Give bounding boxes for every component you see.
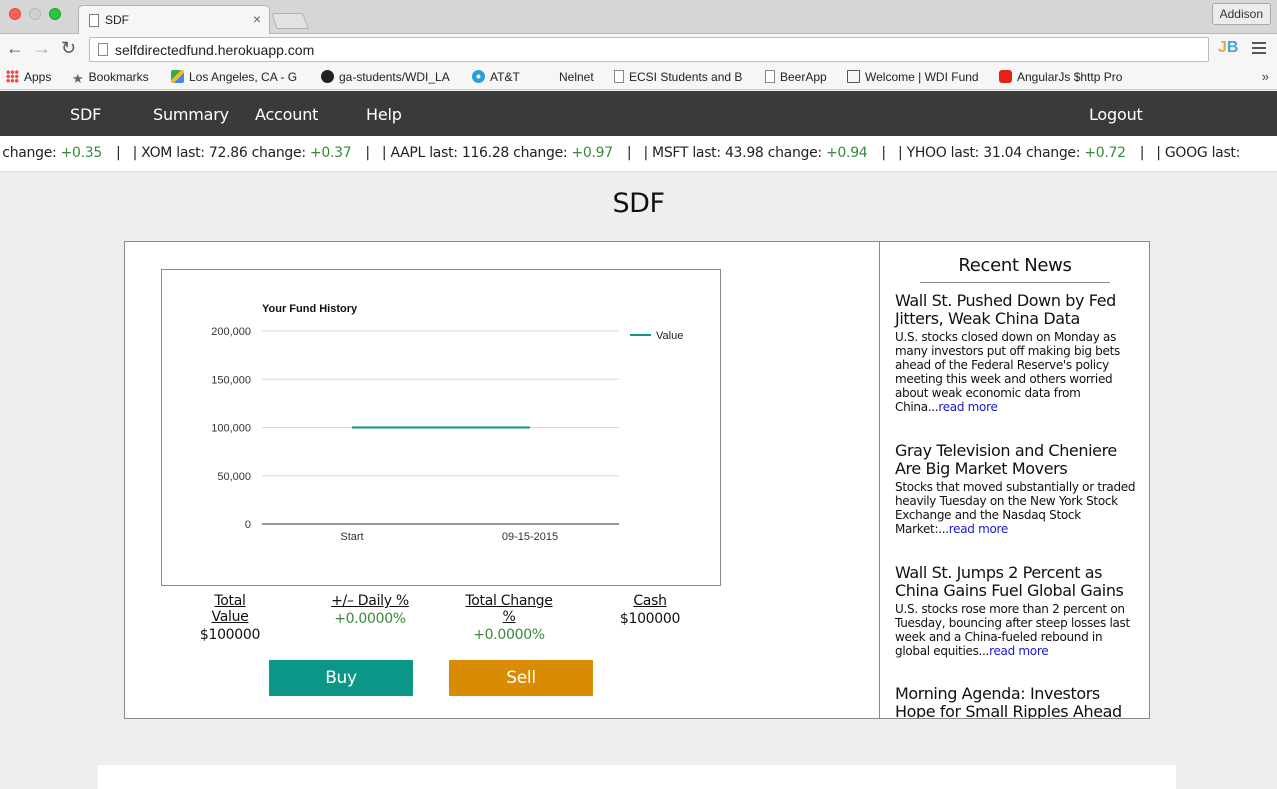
nav-help-link[interactable]: Help [366,105,402,124]
close-window-icon[interactable] [9,8,21,20]
stat-total-value: Total Value $100000 [197,593,263,643]
url-input[interactable] [115,40,1195,60]
article-title: Wall St. Jumps 2 Percent as China Gains … [895,563,1124,600]
y-tick-label: 50,000 [217,471,251,483]
ticker-item: . change: +0.35 | [0,145,121,161]
news-heading: Recent News [920,255,1110,283]
bookmark-bookmarks[interactable]: ★ Bookmarks [72,70,149,86]
nav-account-link[interactable]: Account [255,105,318,124]
sell-button[interactable]: Sell [449,660,593,696]
cash-amount: $100000 [619,611,681,627]
minimize-window-icon[interactable] [29,8,41,20]
total-change-amount: +0.0000% [473,627,545,643]
browser-toolbar: ← → ↻ JB [0,34,1277,65]
profile-button[interactable]: Addison [1211,3,1271,25]
hamburger-menu-icon[interactable] [1252,42,1266,57]
total-value-label: Total Value [211,593,249,625]
page-icon [614,70,624,83]
page-icon [98,43,108,56]
browser-tabstrip: SDF × Addison [0,0,1277,35]
legend-label: Value [656,330,683,342]
news-article: Morning Agenda: Investors Hope for Small… [895,684,1140,719]
total-value-amount: $100000 [199,627,261,643]
bookmark-ga-students[interactable]: ga-students/WDI_LA [321,70,450,84]
map-icon [171,70,184,83]
ticker-item-yhoo: | YHOO last: 31.04 change: +0.72 | [897,145,1145,161]
news-article: Wall St. Pushed Down by Fed Jitters, Wea… [895,291,1140,415]
maximize-window-icon[interactable] [49,8,61,20]
article-title: Gray Television and Cheniere Are Big Mar… [895,441,1117,478]
cash-label: Cash [633,593,667,609]
forward-arrow-icon[interactable]: → [33,38,51,59]
apps-icon [6,70,19,83]
new-tab-button[interactable] [271,13,309,29]
ticker-item-xom: | XOM last: 72.86 change: +0.37 | [132,145,370,161]
chart-title: Your Fund History [262,303,358,315]
article-summary: U.S. stocks rose more than 2 percent on … [895,602,1130,658]
star-icon: ★ [72,71,84,86]
footer-area [98,765,1176,789]
att-icon [472,70,485,83]
read-more-link[interactable]: read more [938,400,998,414]
read-more-link[interactable]: read more [949,522,1009,536]
bookmark-ecsi[interactable]: ECSI Students and B [614,70,742,84]
bookmark-beerapp[interactable]: BeerApp [765,70,827,84]
daily-change-label: +/– Daily % [331,593,409,609]
youtube-icon [999,70,1012,83]
ticker-item-aapl: | AAPL last: 116.28 change: +0.97 | [381,145,632,161]
recent-news-sidebar: Recent News Wall St. Pushed Down by Fed … [880,242,1149,718]
jb-extension-icon[interactable]: JB [1218,39,1238,57]
page-icon [89,14,99,27]
nav-logout-link[interactable]: Logout [1089,105,1143,124]
stock-ticker: . change: +0.35 | | XOM last: 72.86 chang… [0,136,1277,172]
dashboard-panel: Your Fund History 0 50,000 100,000 150,000 20… [124,241,1150,719]
close-tab-icon[interactable]: × [253,11,261,27]
book-icon [847,70,860,83]
bookmark-apps[interactable]: Apps [6,70,51,84]
page-title: SDF [612,188,665,219]
article-summary: U.S. stocks closed down on Monday as man… [895,330,1120,414]
ticker-track: . change: +0.35 | | XOM last: 72.86 chang… [0,145,1248,161]
address-bar[interactable] [89,37,1209,62]
github-icon [321,70,334,83]
nav-summary-link[interactable]: Summary [153,105,229,124]
nav-brand-link[interactable]: SDF [70,105,101,124]
bookmark-angularjs[interactable]: AngularJs $http Pro [999,70,1122,84]
stat-daily-change: +/– Daily % +0.0000% [331,593,409,627]
tab-title: SDF [105,13,129,27]
buy-button[interactable]: Buy [269,660,413,696]
news-article: Gray Television and Cheniere Are Big Mar… [895,441,1140,537]
ticker-item-goog: | GOOG last: [1156,145,1241,161]
chart-svg: Your Fund History 0 50,000 100,000 150,000 20… [211,303,683,543]
stat-cash: Cash $100000 [615,593,685,627]
read-more-link[interactable]: read more [989,644,1049,658]
stat-total-change: Total Change % +0.0000% [459,593,559,643]
article-title: Morning Agenda: Investors Hope for Small… [895,684,1122,719]
reload-icon[interactable]: ↻ [61,38,76,59]
article-summary: Stocks that moved substantially or trade… [895,480,1136,536]
ticker-item-msft: | MSFT last: 43.98 change: +0.94 | [643,145,886,161]
bookmark-wdi-fund[interactable]: Welcome | WDI Fund [847,70,979,84]
bookmark-los-angeles[interactable]: Los Angeles, CA - G [171,70,297,84]
news-article: Wall St. Jumps 2 Percent as China Gains … [895,563,1140,659]
daily-change-amount: +0.0000% [334,611,406,627]
more-bookmarks-icon[interactable]: » [1262,69,1269,84]
y-tick-label: 200,000 [211,326,251,338]
app-navbar: SDF Summary Account Help Logout [0,91,1277,136]
y-tick-label: 100,000 [211,423,251,435]
y-tick-label: 0 [245,519,251,531]
bookmark-nelnet[interactable]: Nelnet [559,70,594,84]
back-arrow-icon[interactable]: ← [6,38,24,59]
y-tick-label: 150,000 [211,374,251,386]
total-change-label: Total Change % [465,593,553,625]
x-tick-label: Start [340,531,363,543]
article-title: Wall St. Pushed Down by Fed Jitters, Wea… [895,291,1116,328]
browser-tab[interactable]: SDF × [78,5,270,35]
bookmark-att[interactable]: AT&T [472,70,520,84]
page-icon [765,70,775,83]
x-tick-label: 09-15-2015 [502,531,558,543]
fund-history-chart: Your Fund History 0 50,000 100,000 150,000 20… [161,269,721,586]
bookmarks-bar: Apps ★ Bookmarks Los Angeles, CA - G ga-s… [0,65,1277,90]
